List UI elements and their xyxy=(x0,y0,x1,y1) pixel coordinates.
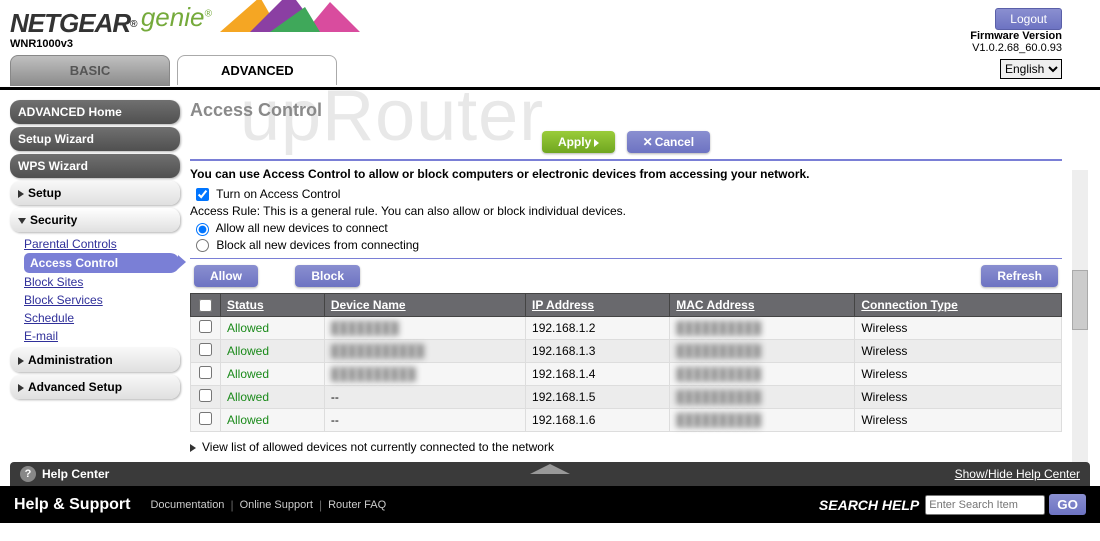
col-status[interactable]: Status xyxy=(221,293,325,316)
brand-logo: NETGEAR® genie® xyxy=(10,2,212,39)
search-help-input[interactable] xyxy=(925,495,1045,515)
firmware-version: Firmware Version V1.0.2.68_60.0.93 xyxy=(970,30,1062,54)
row-checkbox[interactable] xyxy=(199,366,212,379)
col-ip-address[interactable]: IP Address xyxy=(526,293,670,316)
row-checkbox[interactable] xyxy=(199,412,212,425)
cell-status: Allowed xyxy=(221,409,325,432)
vertical-scrollbar[interactable] xyxy=(1072,170,1088,480)
tab-basic[interactable]: BASIC xyxy=(10,55,170,86)
table-row: Allowed██████████192.168.1.4██████████Wi… xyxy=(191,363,1062,386)
chevron-down-icon xyxy=(18,218,26,224)
logout-button[interactable]: Logout xyxy=(995,8,1062,30)
row-checkbox[interactable] xyxy=(199,343,212,356)
cell-device-name: ████████ xyxy=(324,317,525,340)
help-icon: ? xyxy=(20,466,36,482)
cell-status: Allowed xyxy=(221,317,325,340)
show-hide-help-link[interactable]: Show/Hide Help Center xyxy=(955,467,1080,481)
col-device-name[interactable]: Device Name xyxy=(324,293,525,316)
col-mac-address[interactable]: MAC Address xyxy=(670,293,855,316)
page-title: Access Control xyxy=(190,100,1062,121)
device-table: Status Device Name IP Address MAC Addres… xyxy=(190,293,1062,432)
cancel-button[interactable]: ✕Cancel xyxy=(627,131,710,153)
cell-device-name: -- xyxy=(324,409,525,432)
cell-mac: ██████████ xyxy=(670,386,855,409)
sidebar-schedule[interactable]: Schedule xyxy=(24,309,180,327)
select-all-checkbox[interactable] xyxy=(199,299,212,312)
sidebar-setup[interactable]: Setup xyxy=(10,181,180,205)
table-row: Allowed--192.168.1.6██████████Wireless xyxy=(191,409,1062,432)
apply-button[interactable]: Apply xyxy=(542,131,615,153)
radio-block-label: Block all new devices from connecting xyxy=(216,238,419,252)
sidebar-access-control[interactable]: Access Control xyxy=(24,253,180,273)
cell-mac: ██████████ xyxy=(670,317,855,340)
cell-ip: 192.168.1.3 xyxy=(526,340,670,363)
chevron-right-icon xyxy=(18,357,24,365)
help-center-label[interactable]: Help Center xyxy=(42,467,109,481)
cell-mac: ██████████ xyxy=(670,363,855,386)
block-button[interactable]: Block xyxy=(295,265,360,287)
chevron-right-icon xyxy=(18,190,24,198)
sidebar-block-services[interactable]: Block Services xyxy=(24,291,180,309)
row-checkbox[interactable] xyxy=(199,320,212,333)
allow-button[interactable]: Allow xyxy=(194,265,258,287)
model-label: WNR1000v3 xyxy=(10,38,73,50)
cell-ip: 192.168.1.2 xyxy=(526,317,670,340)
cell-device-name: -- xyxy=(324,386,525,409)
turn-on-checkbox[interactable] xyxy=(196,188,209,201)
instruction-text: You can use Access Control to allow or b… xyxy=(190,167,1062,181)
cell-conn: Wireless xyxy=(855,317,1062,340)
cell-mac: ██████████ xyxy=(670,340,855,363)
help-support-title: Help & Support xyxy=(14,496,130,514)
radio-allow-label: Allow all new devices to connect xyxy=(216,221,388,235)
table-row: Allowed███████████192.168.1.3██████████W… xyxy=(191,340,1062,363)
sidebar-advanced-setup[interactable]: Advanced Setup xyxy=(10,375,180,399)
cell-conn: Wireless xyxy=(855,409,1062,432)
cell-ip: 192.168.1.5 xyxy=(526,386,670,409)
cell-conn: Wireless xyxy=(855,363,1062,386)
view-allowed-list-link[interactable]: View list of allowed devices not current… xyxy=(190,440,1062,454)
router-faq-link[interactable]: Router FAQ xyxy=(328,499,386,511)
cell-status: Allowed xyxy=(221,363,325,386)
close-icon: ✕ xyxy=(643,135,653,149)
table-row: Allowed████████192.168.1.2██████████Wire… xyxy=(191,317,1062,340)
cell-ip: 192.168.1.6 xyxy=(526,409,670,432)
play-icon xyxy=(594,139,599,147)
sidebar-administration[interactable]: Administration xyxy=(10,348,180,372)
cell-ip: 192.168.1.4 xyxy=(526,363,670,386)
chevron-right-icon xyxy=(190,444,196,452)
refresh-button[interactable]: Refresh xyxy=(981,265,1058,287)
sidebar-advanced-home[interactable]: ADVANCED Home xyxy=(10,100,180,124)
sidebar-email[interactable]: E-mail xyxy=(24,327,180,345)
access-rule-text: Access Rule: This is a general rule. You… xyxy=(190,204,1062,218)
search-help-label: SEARCH HELP xyxy=(819,497,919,513)
expand-up-icon[interactable] xyxy=(530,464,570,474)
row-checkbox[interactable] xyxy=(199,389,212,402)
table-row: Allowed--192.168.1.5██████████Wireless xyxy=(191,386,1062,409)
sidebar-parental-controls[interactable]: Parental Controls xyxy=(24,235,180,253)
cell-device-name: ███████████ xyxy=(324,340,525,363)
sidebar-block-sites[interactable]: Block Sites xyxy=(24,273,180,291)
sidebar-wps-wizard[interactable]: WPS Wizard xyxy=(10,154,180,178)
sidebar-security[interactable]: Security xyxy=(10,208,180,232)
decorative-triangles-icon xyxy=(210,0,370,36)
cell-device-name: ██████████ xyxy=(324,363,525,386)
sidebar-setup-wizard[interactable]: Setup Wizard xyxy=(10,127,180,151)
cell-status: Allowed xyxy=(221,386,325,409)
documentation-link[interactable]: Documentation xyxy=(150,499,224,511)
col-connection-type[interactable]: Connection Type xyxy=(855,293,1062,316)
language-select[interactable]: English xyxy=(1000,59,1062,79)
cell-conn: Wireless xyxy=(855,386,1062,409)
tab-advanced[interactable]: ADVANCED xyxy=(177,55,337,85)
radio-allow-new[interactable] xyxy=(196,223,209,236)
cell-mac: ██████████ xyxy=(670,409,855,432)
radio-block-new[interactable] xyxy=(196,239,209,252)
search-go-button[interactable]: GO xyxy=(1049,494,1086,515)
online-support-link[interactable]: Online Support xyxy=(240,499,313,511)
turn-on-label: Turn on Access Control xyxy=(216,187,340,201)
cell-conn: Wireless xyxy=(855,340,1062,363)
cell-status: Allowed xyxy=(221,340,325,363)
chevron-right-icon xyxy=(18,384,24,392)
